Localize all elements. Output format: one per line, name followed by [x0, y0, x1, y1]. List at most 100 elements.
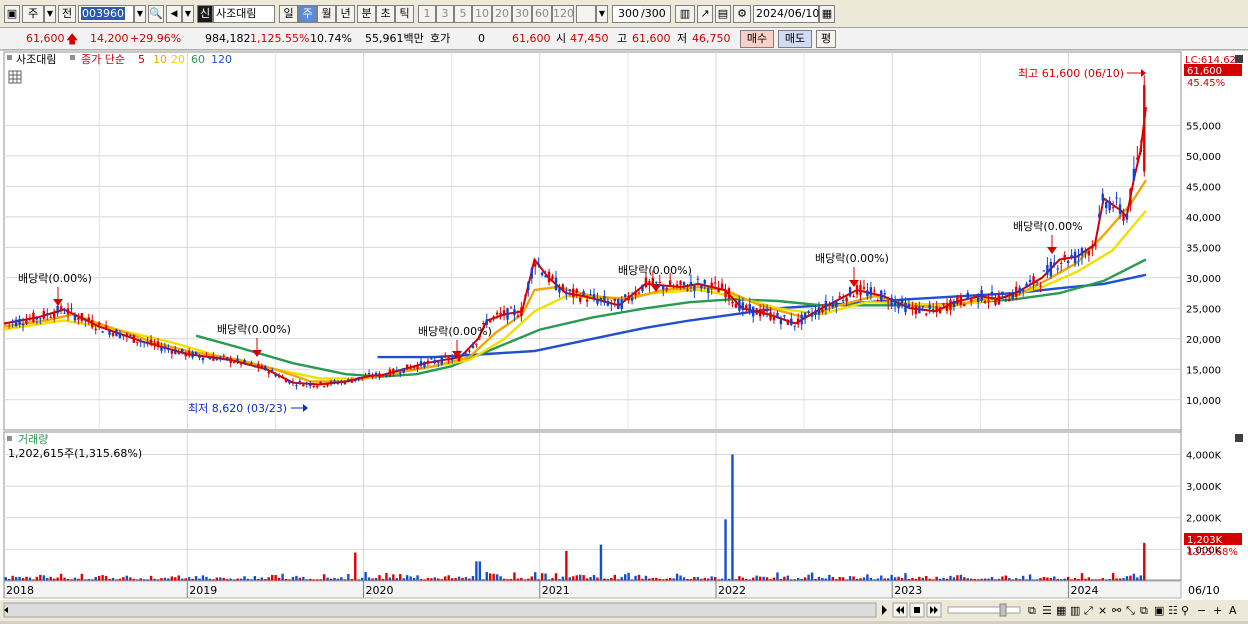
market-select[interactable]: 주: [22, 5, 44, 23]
period-week[interactable]: 주: [298, 5, 317, 23]
period-year-label: 년: [340, 7, 351, 20]
calendar-icon[interactable]: ▦: [819, 5, 835, 23]
interval-30-label: 30: [515, 7, 529, 20]
candle-body: [506, 308, 509, 320]
interval-5[interactable]: 5: [454, 5, 472, 23]
gear-icon[interactable]: ⚙: [733, 5, 751, 23]
candle-body: [187, 350, 191, 356]
volume-bar: [540, 573, 544, 581]
expand-icon[interactable]: ⤡: [1126, 604, 1135, 617]
candle-body: [226, 357, 229, 361]
candle-body: [807, 311, 810, 313]
candle-body: [596, 298, 599, 304]
candle-body: [371, 376, 374, 378]
interval-3[interactable]: 3: [436, 5, 454, 23]
candle-body: [990, 291, 994, 295]
speaker-icon[interactable]: ◀: [166, 5, 182, 23]
period-second[interactable]: 초: [376, 5, 395, 23]
volume-bar: [495, 574, 499, 581]
interval-60[interactable]: 60: [532, 5, 552, 23]
volume-ratio: 1,125.55%: [250, 32, 310, 45]
volume-bar: [385, 572, 388, 581]
period-month[interactable]: 월: [317, 5, 336, 23]
candle-body: [354, 379, 357, 381]
candle-body: [655, 281, 658, 283]
window-menu-icon[interactable]: ▣: [4, 5, 20, 23]
candle-type-icon[interactable]: ▥: [675, 5, 695, 23]
candle-body: [153, 343, 156, 345]
stock-code-input[interactable]: 003960: [78, 5, 134, 23]
volume-bar: [776, 572, 779, 581]
volume-bar: [388, 577, 392, 581]
buy-button[interactable]: 매수: [740, 30, 774, 48]
candle-body: [11, 320, 14, 323]
period-day[interactable]: 일: [279, 5, 298, 23]
avg-button[interactable]: 평: [816, 30, 836, 48]
volume-bar: [765, 577, 769, 581]
horizontal-scrollbar[interactable]: [3, 602, 877, 618]
date-input[interactable]: 2024/06/10: [753, 5, 819, 23]
candle-body: [333, 380, 336, 382]
interval-20[interactable]: 20: [492, 5, 512, 23]
save-icon[interactable]: ▤: [715, 5, 731, 23]
chart-tool-icon[interactable]: ↗: [697, 5, 713, 23]
volume-panel-close-icon[interactable]: [1235, 434, 1243, 442]
volume-bar: [11, 575, 14, 581]
cross-icon[interactable]: ⨯: [1098, 604, 1107, 617]
zoom-in-icon[interactable]: +: [1213, 604, 1222, 617]
candle-body: [886, 302, 890, 304]
interval-1[interactable]: 1: [418, 5, 436, 23]
candle-body: [627, 295, 630, 301]
grid-icon[interactable]: ▦: [1056, 604, 1066, 617]
prev-button[interactable]: 전: [58, 5, 76, 23]
font-size-icon[interactable]: A: [1229, 604, 1237, 617]
period-tick[interactable]: 틱: [395, 5, 414, 23]
interval-dropdown-icon[interactable]: ▼: [596, 5, 608, 23]
candle-body: [70, 308, 73, 310]
candle-body: [589, 294, 592, 296]
stock-chart-svg[interactable]: 10,000 15,000 20,000 25,000 30,000 35,000 40,0…: [0, 51, 1248, 621]
candle-body: [1046, 264, 1049, 275]
copy2-icon[interactable]: ⧉: [1140, 604, 1148, 617]
speaker-dropdown-icon[interactable]: ▼: [182, 5, 194, 23]
price-tick-label: 50,000: [1186, 152, 1221, 163]
candle-body: [267, 371, 270, 374]
candle-body: [1108, 200, 1111, 211]
zoom-icon[interactable]: ⚲: [1181, 604, 1189, 617]
interval-input[interactable]: [576, 5, 596, 23]
ma-legend-5: 5: [138, 53, 145, 66]
zoom-out-icon[interactable]: −: [1197, 604, 1206, 617]
interval-30[interactable]: 30: [512, 5, 532, 23]
zoom-slider[interactable]: [947, 606, 1021, 614]
volume-bar: [101, 575, 104, 581]
panel-table-icon[interactable]: [8, 70, 22, 84]
volume-bar: [1143, 542, 1146, 581]
period-minute[interactable]: 분: [357, 5, 376, 23]
market-dropdown-icon[interactable]: ▼: [44, 5, 56, 23]
interval-10[interactable]: 10: [472, 5, 492, 23]
code-dropdown-icon[interactable]: ▼: [134, 5, 146, 23]
period-year[interactable]: 년: [336, 5, 355, 23]
candle-body: [876, 299, 880, 301]
volume-bar: [49, 576, 52, 581]
count-input[interactable]: 300: [612, 5, 642, 23]
candle-body: [1004, 300, 1008, 302]
low-value: 46,750: [692, 32, 731, 45]
volume-bar: [838, 577, 841, 581]
toolbar: ▣ 주 ▼ 전 003960 ▼ 🔍 ◀ ▼ 신 사조대림 일 주 월 년 분 …: [0, 0, 1248, 28]
candle-body: [246, 363, 250, 365]
list-icon[interactable]: ☰: [1042, 604, 1052, 617]
zoom-slider-handle[interactable]: [999, 603, 1007, 617]
link-icon[interactable]: ⚯: [1112, 604, 1122, 617]
volume-bar: [852, 576, 855, 581]
photo-icon[interactable]: ▣: [1154, 604, 1164, 617]
copy-icon[interactable]: ⧉: [1028, 604, 1036, 617]
bars-icon[interactable]: ▥: [1070, 604, 1080, 617]
search-icon[interactable]: 🔍: [148, 5, 164, 23]
list2-icon[interactable]: ☷: [1168, 604, 1178, 617]
stock-name-field[interactable]: 사조대림: [213, 5, 275, 23]
arrows-icon[interactable]: ⤢: [1084, 604, 1093, 617]
price-panel-close-icon[interactable]: [1235, 55, 1243, 63]
interval-120[interactable]: 120: [552, 5, 574, 23]
sell-button[interactable]: 매도: [778, 30, 812, 48]
